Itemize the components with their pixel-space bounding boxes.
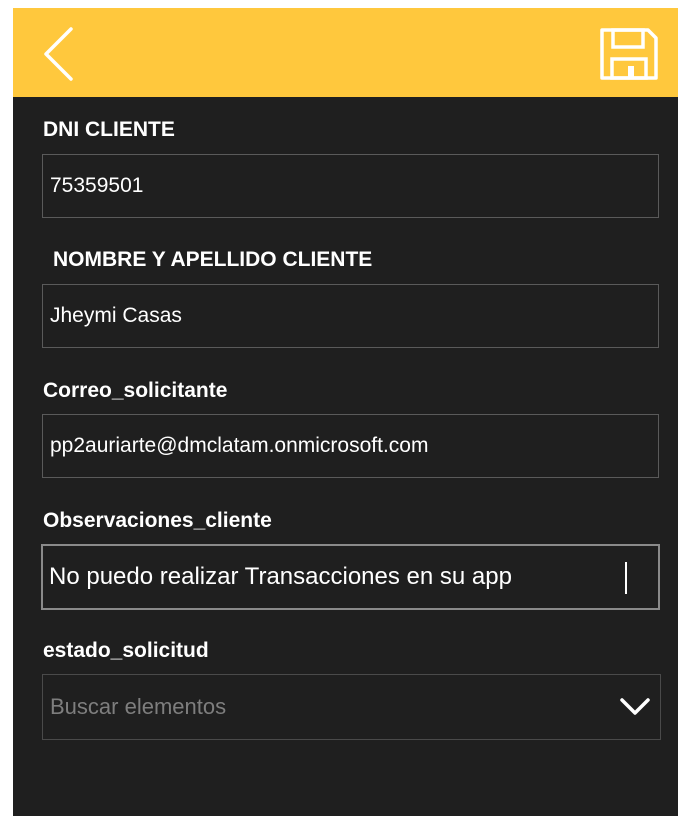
correo-input[interactable] — [43, 415, 658, 477]
estado-label: estado_solicitud — [43, 639, 209, 662]
dni-field[interactable] — [42, 154, 659, 218]
estado-dropdown[interactable]: Buscar elementos — [42, 674, 661, 740]
observaciones-input[interactable] — [43, 546, 658, 608]
estado-placeholder: Buscar elementos — [50, 694, 227, 719]
save-button[interactable] — [598, 26, 660, 82]
form-screen: DNI CLIENTE NOMBRE Y APELLIDO CLIENTE Co… — [13, 8, 678, 816]
observaciones-label: Observaciones_cliente — [43, 509, 272, 532]
chevron-down-icon[interactable] — [618, 695, 652, 719]
header-bar — [13, 8, 678, 97]
observaciones-field[interactable] — [41, 544, 660, 610]
nombre-input[interactable] — [43, 285, 658, 347]
dni-label: DNI CLIENTE — [43, 118, 175, 141]
nombre-field[interactable] — [42, 284, 659, 348]
correo-label: Correo_solicitante — [43, 379, 228, 402]
dni-input[interactable] — [43, 155, 658, 217]
floppy-disk-icon — [600, 28, 658, 80]
text-caret — [625, 562, 627, 594]
correo-field[interactable] — [42, 414, 659, 478]
nombre-label: NOMBRE Y APELLIDO CLIENTE — [53, 248, 373, 271]
back-button[interactable] — [33, 23, 89, 85]
chevron-left-icon — [44, 27, 73, 81]
